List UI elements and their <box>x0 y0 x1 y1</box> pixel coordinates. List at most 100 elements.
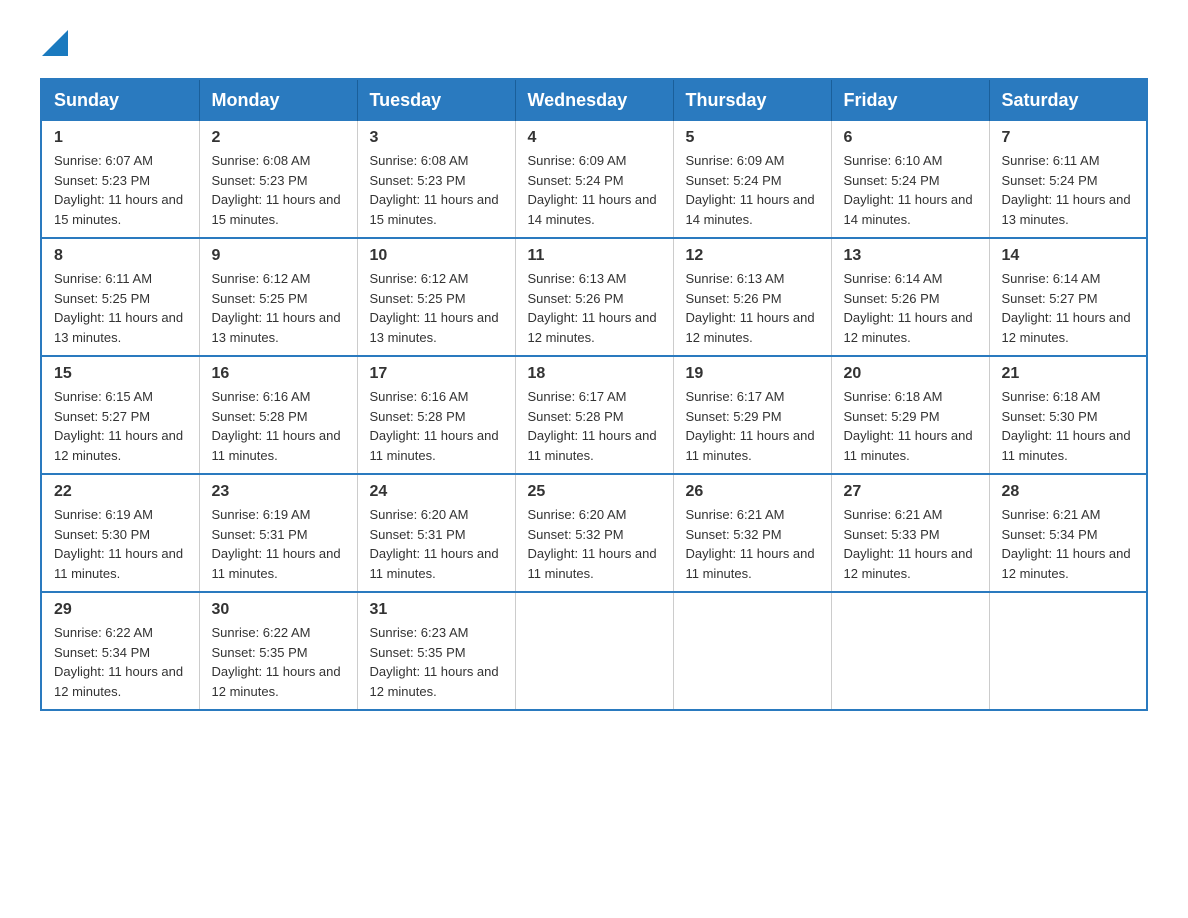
day-number: 30 <box>212 601 345 619</box>
day-number: 28 <box>1002 483 1135 501</box>
day-number: 25 <box>528 483 661 501</box>
day-info: Sunrise: 6:20 AM Sunset: 5:32 PM Dayligh… <box>528 505 661 583</box>
calendar-cell: 3 Sunrise: 6:08 AM Sunset: 5:23 PM Dayli… <box>357 121 515 238</box>
day-info: Sunrise: 6:12 AM Sunset: 5:25 PM Dayligh… <box>212 269 345 347</box>
day-info: Sunrise: 6:16 AM Sunset: 5:28 PM Dayligh… <box>370 387 503 465</box>
day-info: Sunrise: 6:19 AM Sunset: 5:31 PM Dayligh… <box>212 505 345 583</box>
day-info: Sunrise: 6:22 AM Sunset: 5:34 PM Dayligh… <box>54 623 187 701</box>
calendar-header-row: SundayMondayTuesdayWednesdayThursdayFrid… <box>41 79 1147 121</box>
calendar-cell <box>831 592 989 710</box>
calendar-cell: 27 Sunrise: 6:21 AM Sunset: 5:33 PM Dayl… <box>831 474 989 592</box>
day-info: Sunrise: 6:07 AM Sunset: 5:23 PM Dayligh… <box>54 151 187 229</box>
calendar-cell: 17 Sunrise: 6:16 AM Sunset: 5:28 PM Dayl… <box>357 356 515 474</box>
day-info: Sunrise: 6:11 AM Sunset: 5:24 PM Dayligh… <box>1002 151 1135 229</box>
calendar-day-header-thursday: Thursday <box>673 79 831 121</box>
day-info: Sunrise: 6:22 AM Sunset: 5:35 PM Dayligh… <box>212 623 345 701</box>
calendar-body: 1 Sunrise: 6:07 AM Sunset: 5:23 PM Dayli… <box>41 121 1147 710</box>
calendar-cell: 14 Sunrise: 6:14 AM Sunset: 5:27 PM Dayl… <box>989 238 1147 356</box>
calendar-cell: 18 Sunrise: 6:17 AM Sunset: 5:28 PM Dayl… <box>515 356 673 474</box>
calendar-cell: 11 Sunrise: 6:13 AM Sunset: 5:26 PM Dayl… <box>515 238 673 356</box>
day-number: 3 <box>370 129 503 147</box>
day-info: Sunrise: 6:09 AM Sunset: 5:24 PM Dayligh… <box>686 151 819 229</box>
day-info: Sunrise: 6:08 AM Sunset: 5:23 PM Dayligh… <box>370 151 503 229</box>
calendar-cell: 24 Sunrise: 6:20 AM Sunset: 5:31 PM Dayl… <box>357 474 515 592</box>
day-info: Sunrise: 6:08 AM Sunset: 5:23 PM Dayligh… <box>212 151 345 229</box>
day-info: Sunrise: 6:10 AM Sunset: 5:24 PM Dayligh… <box>844 151 977 229</box>
calendar-cell: 10 Sunrise: 6:12 AM Sunset: 5:25 PM Dayl… <box>357 238 515 356</box>
day-number: 1 <box>54 129 187 147</box>
logo <box>40 30 68 58</box>
calendar-cell: 8 Sunrise: 6:11 AM Sunset: 5:25 PM Dayli… <box>41 238 199 356</box>
calendar-cell: 19 Sunrise: 6:17 AM Sunset: 5:29 PM Dayl… <box>673 356 831 474</box>
day-info: Sunrise: 6:20 AM Sunset: 5:31 PM Dayligh… <box>370 505 503 583</box>
day-number: 26 <box>686 483 819 501</box>
calendar-day-header-tuesday: Tuesday <box>357 79 515 121</box>
calendar-day-header-wednesday: Wednesday <box>515 79 673 121</box>
calendar-week-row: 15 Sunrise: 6:15 AM Sunset: 5:27 PM Dayl… <box>41 356 1147 474</box>
calendar-cell: 5 Sunrise: 6:09 AM Sunset: 5:24 PM Dayli… <box>673 121 831 238</box>
calendar-cell: 23 Sunrise: 6:19 AM Sunset: 5:31 PM Dayl… <box>199 474 357 592</box>
day-info: Sunrise: 6:11 AM Sunset: 5:25 PM Dayligh… <box>54 269 187 347</box>
day-number: 6 <box>844 129 977 147</box>
calendar-cell: 21 Sunrise: 6:18 AM Sunset: 5:30 PM Dayl… <box>989 356 1147 474</box>
calendar-week-row: 22 Sunrise: 6:19 AM Sunset: 5:30 PM Dayl… <box>41 474 1147 592</box>
calendar-cell: 31 Sunrise: 6:23 AM Sunset: 5:35 PM Dayl… <box>357 592 515 710</box>
calendar-week-row: 8 Sunrise: 6:11 AM Sunset: 5:25 PM Dayli… <box>41 238 1147 356</box>
calendar-week-row: 1 Sunrise: 6:07 AM Sunset: 5:23 PM Dayli… <box>41 121 1147 238</box>
day-number: 4 <box>528 129 661 147</box>
day-number: 17 <box>370 365 503 383</box>
calendar-day-header-saturday: Saturday <box>989 79 1147 121</box>
calendar-cell: 30 Sunrise: 6:22 AM Sunset: 5:35 PM Dayl… <box>199 592 357 710</box>
day-number: 12 <box>686 247 819 265</box>
calendar-cell: 6 Sunrise: 6:10 AM Sunset: 5:24 PM Dayli… <box>831 121 989 238</box>
calendar-day-header-monday: Monday <box>199 79 357 121</box>
calendar-cell: 2 Sunrise: 6:08 AM Sunset: 5:23 PM Dayli… <box>199 121 357 238</box>
day-info: Sunrise: 6:14 AM Sunset: 5:27 PM Dayligh… <box>1002 269 1135 347</box>
calendar-week-row: 29 Sunrise: 6:22 AM Sunset: 5:34 PM Dayl… <box>41 592 1147 710</box>
day-info: Sunrise: 6:18 AM Sunset: 5:29 PM Dayligh… <box>844 387 977 465</box>
calendar-cell: 15 Sunrise: 6:15 AM Sunset: 5:27 PM Dayl… <box>41 356 199 474</box>
day-number: 15 <box>54 365 187 383</box>
calendar-day-header-friday: Friday <box>831 79 989 121</box>
calendar-cell: 25 Sunrise: 6:20 AM Sunset: 5:32 PM Dayl… <box>515 474 673 592</box>
day-number: 9 <box>212 247 345 265</box>
calendar-cell: 26 Sunrise: 6:21 AM Sunset: 5:32 PM Dayl… <box>673 474 831 592</box>
day-info: Sunrise: 6:23 AM Sunset: 5:35 PM Dayligh… <box>370 623 503 701</box>
logo-icon <box>42 30 68 56</box>
day-number: 8 <box>54 247 187 265</box>
day-info: Sunrise: 6:12 AM Sunset: 5:25 PM Dayligh… <box>370 269 503 347</box>
calendar-cell: 22 Sunrise: 6:19 AM Sunset: 5:30 PM Dayl… <box>41 474 199 592</box>
calendar-cell: 20 Sunrise: 6:18 AM Sunset: 5:29 PM Dayl… <box>831 356 989 474</box>
calendar-cell: 1 Sunrise: 6:07 AM Sunset: 5:23 PM Dayli… <box>41 121 199 238</box>
calendar-cell: 29 Sunrise: 6:22 AM Sunset: 5:34 PM Dayl… <box>41 592 199 710</box>
day-number: 14 <box>1002 247 1135 265</box>
calendar-cell: 28 Sunrise: 6:21 AM Sunset: 5:34 PM Dayl… <box>989 474 1147 592</box>
day-number: 16 <box>212 365 345 383</box>
day-info: Sunrise: 6:17 AM Sunset: 5:29 PM Dayligh… <box>686 387 819 465</box>
calendar-cell <box>989 592 1147 710</box>
day-number: 2 <box>212 129 345 147</box>
day-info: Sunrise: 6:21 AM Sunset: 5:32 PM Dayligh… <box>686 505 819 583</box>
calendar-cell: 16 Sunrise: 6:16 AM Sunset: 5:28 PM Dayl… <box>199 356 357 474</box>
day-number: 20 <box>844 365 977 383</box>
calendar-cell: 13 Sunrise: 6:14 AM Sunset: 5:26 PM Dayl… <box>831 238 989 356</box>
calendar-cell <box>515 592 673 710</box>
day-info: Sunrise: 6:21 AM Sunset: 5:33 PM Dayligh… <box>844 505 977 583</box>
day-number: 27 <box>844 483 977 501</box>
calendar-cell: 7 Sunrise: 6:11 AM Sunset: 5:24 PM Dayli… <box>989 121 1147 238</box>
calendar-day-header-sunday: Sunday <box>41 79 199 121</box>
day-number: 23 <box>212 483 345 501</box>
day-number: 10 <box>370 247 503 265</box>
day-info: Sunrise: 6:19 AM Sunset: 5:30 PM Dayligh… <box>54 505 187 583</box>
day-number: 13 <box>844 247 977 265</box>
day-number: 31 <box>370 601 503 619</box>
day-number: 21 <box>1002 365 1135 383</box>
day-number: 24 <box>370 483 503 501</box>
day-info: Sunrise: 6:14 AM Sunset: 5:26 PM Dayligh… <box>844 269 977 347</box>
calendar-cell: 4 Sunrise: 6:09 AM Sunset: 5:24 PM Dayli… <box>515 121 673 238</box>
day-number: 22 <box>54 483 187 501</box>
day-info: Sunrise: 6:15 AM Sunset: 5:27 PM Dayligh… <box>54 387 187 465</box>
day-info: Sunrise: 6:09 AM Sunset: 5:24 PM Dayligh… <box>528 151 661 229</box>
day-info: Sunrise: 6:13 AM Sunset: 5:26 PM Dayligh… <box>686 269 819 347</box>
calendar-table: SundayMondayTuesdayWednesdayThursdayFrid… <box>40 78 1148 711</box>
